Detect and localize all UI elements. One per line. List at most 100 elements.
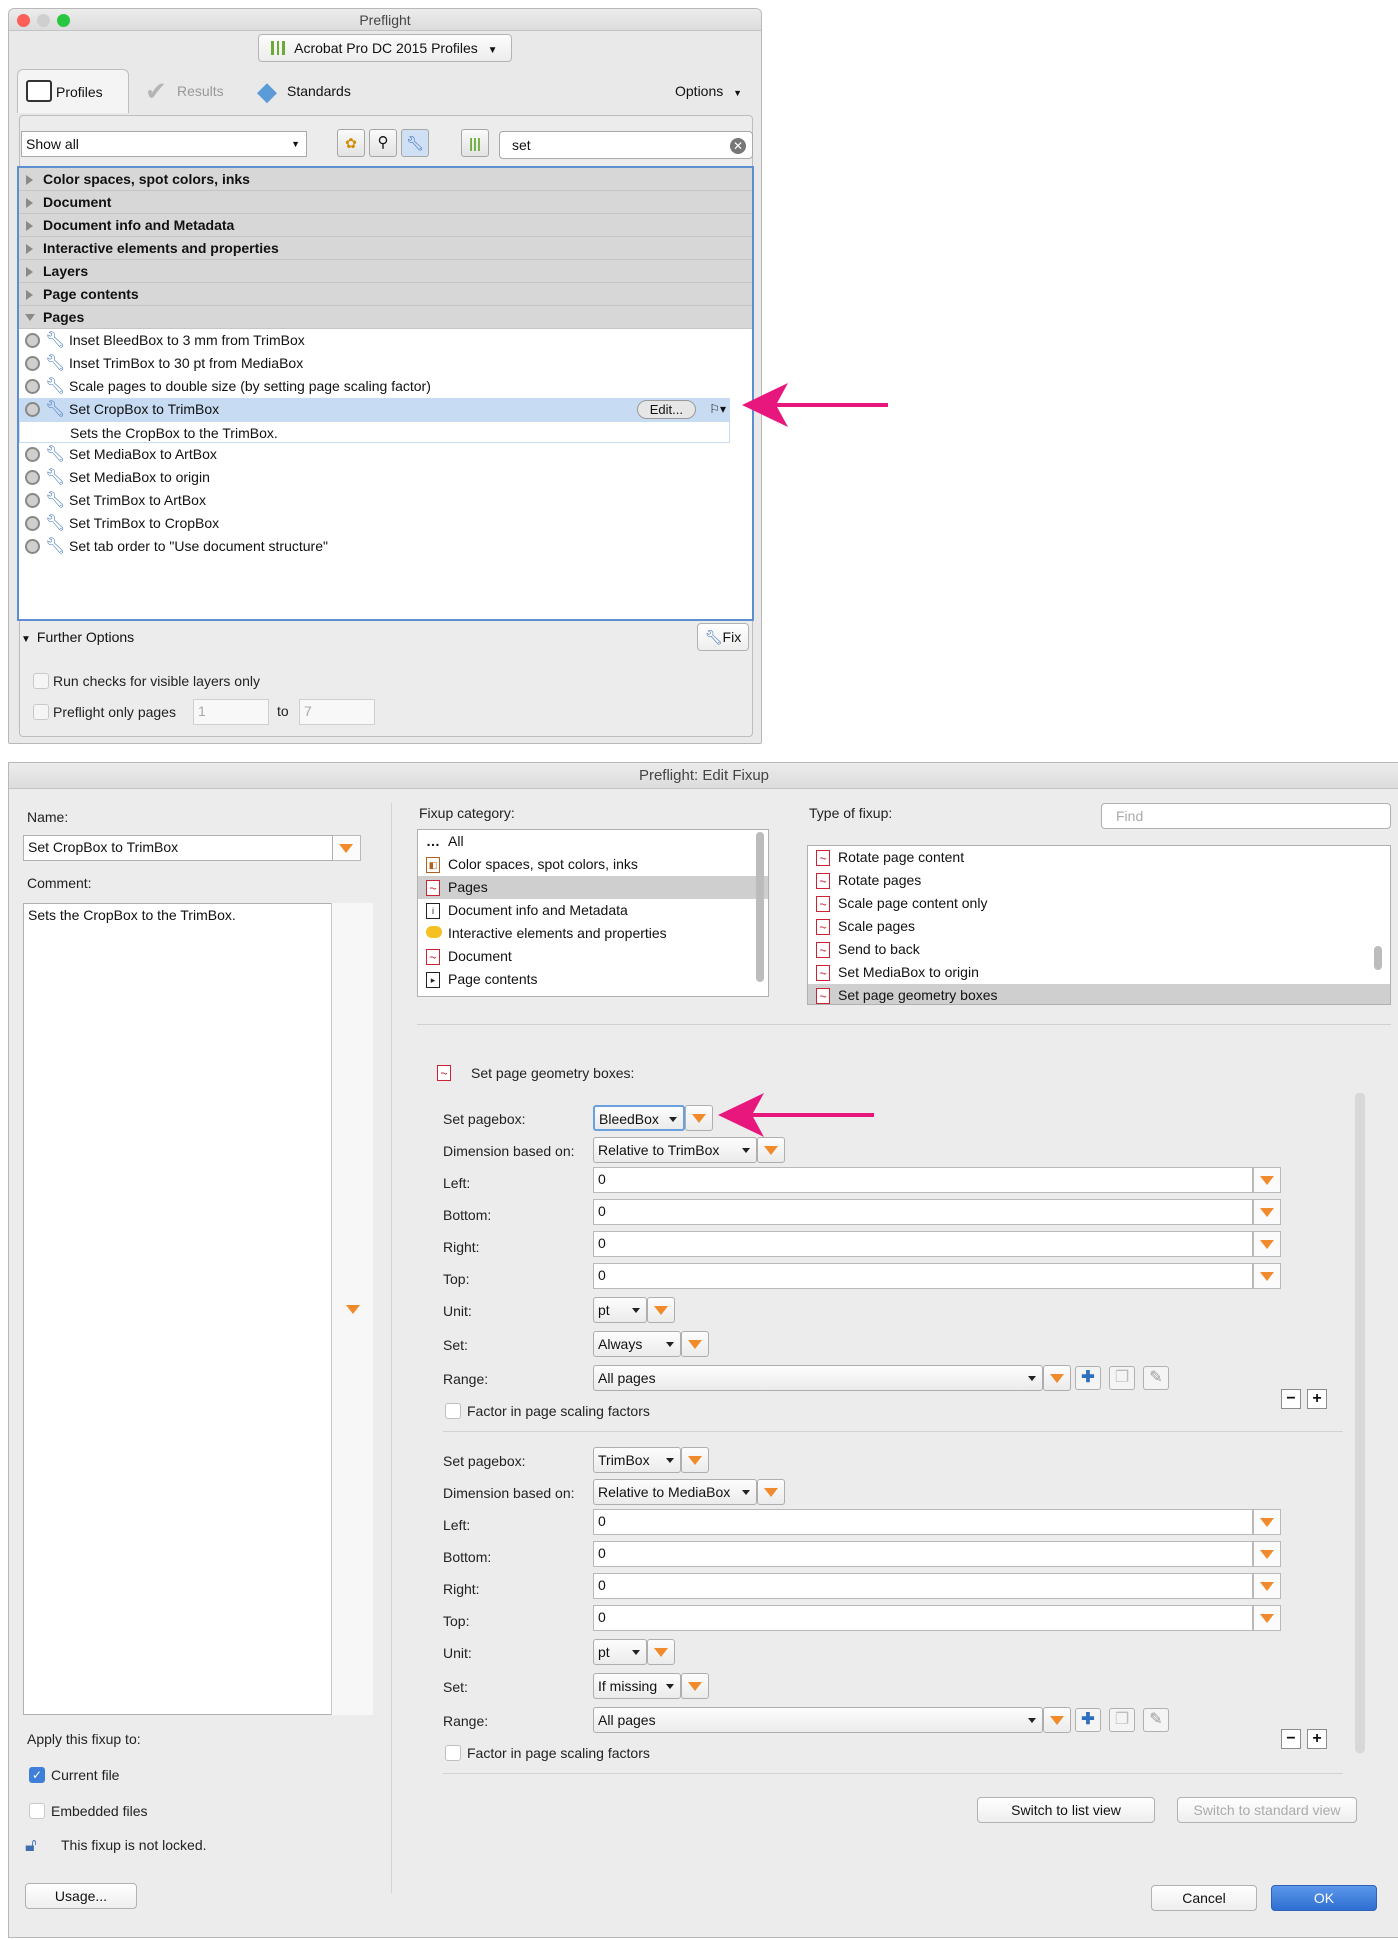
checks-filter-button[interactable]: ⚲ xyxy=(369,129,397,157)
fixup-item[interactable]: 🔧︎ Inset BleedBox to 3 mm from TrimBox xyxy=(19,329,752,352)
edit-fixup-button[interactable]: Edit... xyxy=(636,400,696,419)
disclosure-triangle-icon[interactable] xyxy=(25,314,35,321)
find-input[interactable]: Find xyxy=(1101,803,1391,829)
fixup-item[interactable]: 🔧︎ Scale pages to double size (by setting… xyxy=(19,375,752,398)
fixup-type-item[interactable]: ⏦ Rotate pages xyxy=(808,869,1390,892)
pagebox-variable-button-2[interactable] xyxy=(681,1447,709,1473)
category-item[interactable]: ◧ Color spaces, spot colors, inks xyxy=(418,853,768,876)
bottom-variable-button-2[interactable] xyxy=(1253,1541,1281,1567)
fixup-item[interactable]: 🔧︎ Set MediaBox to ArtBox xyxy=(19,443,752,466)
duplicate-range-button[interactable]: ❐ xyxy=(1109,1708,1135,1732)
profiles-filter-button[interactable]: ✿ xyxy=(337,129,365,157)
cancel-button[interactable]: Cancel xyxy=(1151,1885,1257,1911)
left-input-2[interactable]: 0 xyxy=(593,1509,1253,1535)
fixup-item[interactable]: 🔧︎ Inset TrimBox to 30 pt from MediaBox xyxy=(19,352,752,375)
right-input-2[interactable]: 0 xyxy=(593,1573,1253,1599)
fixup-type-scrollbar[interactable] xyxy=(1374,946,1382,970)
unit-variable-button-2[interactable] xyxy=(647,1639,675,1665)
edit-range-button[interactable]: ✎ xyxy=(1143,1366,1169,1390)
name-history-button[interactable] xyxy=(333,835,361,861)
right-input-1[interactable]: 0 xyxy=(593,1231,1253,1257)
left-variable-button-2[interactable] xyxy=(1253,1509,1281,1535)
category-item[interactable]: Interactive elements and properties xyxy=(418,922,768,945)
disclosure-triangle-icon[interactable] xyxy=(26,198,33,208)
fixup-type-list[interactable]: ⏦ Rotate page content ⏦ Rotate pages ⏦ Scal… xyxy=(807,845,1391,1005)
remove-block-button-2[interactable]: − xyxy=(1281,1729,1301,1749)
category-row[interactable]: Document info and Metadata xyxy=(19,214,752,237)
factor-scaling-checkbox-1[interactable] xyxy=(445,1403,461,1419)
range-variable-button-2[interactable] xyxy=(1043,1707,1071,1733)
disclosure-triangle-icon[interactable] xyxy=(26,175,33,185)
range-select-1[interactable]: All pages xyxy=(593,1365,1043,1391)
minimize-window-button[interactable] xyxy=(37,14,50,27)
disclosure-triangle-icon[interactable] xyxy=(26,221,33,231)
disclosure-triangle-icon[interactable] xyxy=(26,267,33,277)
category-row[interactable]: Color spaces, spot colors, inks xyxy=(19,168,752,191)
range-variable-button-1[interactable] xyxy=(1043,1365,1071,1391)
left-variable-button-1[interactable] xyxy=(1253,1167,1281,1193)
split-divider[interactable] xyxy=(417,1017,1391,1025)
dimension-select-1[interactable]: Relative to TrimBox xyxy=(593,1137,757,1163)
fixup-item[interactable]: 🔧︎ Set MediaBox to origin xyxy=(19,466,752,489)
flag-dropdown-icon[interactable]: ⚐▾ xyxy=(709,398,726,421)
dimension-variable-button-2[interactable] xyxy=(757,1479,785,1505)
unit-select-1[interactable]: pt xyxy=(593,1297,647,1323)
top-variable-button-1[interactable] xyxy=(1253,1263,1281,1289)
add-block-button-2[interactable]: + xyxy=(1307,1729,1327,1749)
category-item[interactable]: … All xyxy=(418,830,768,853)
ok-button[interactable]: OK xyxy=(1271,1885,1377,1911)
category-row[interactable]: Layers xyxy=(19,260,752,283)
add-range-button[interactable]: ✚ xyxy=(1075,1708,1101,1732)
profile-library-dropdown[interactable]: Acrobat Pro DC 2015 Profiles ▼ xyxy=(258,34,512,62)
settings-scrollbar[interactable] xyxy=(1355,1093,1365,1753)
tab-results[interactable]: ✔ Results xyxy=(139,69,239,113)
fixup-item-selected[interactable]: 🔧︎ Set CropBox to TrimBox Edit... ⚐▾ xyxy=(19,398,730,421)
bottom-input-1[interactable]: 0 xyxy=(593,1199,1253,1225)
category-row-pages[interactable]: Pages xyxy=(19,306,752,329)
disclosure-triangle-icon[interactable] xyxy=(26,290,33,300)
fixup-type-item[interactable]: ⏦ Scale pages xyxy=(808,915,1390,938)
fixup-item[interactable]: 🔧︎ Set tab order to "Use document structu… xyxy=(19,535,752,558)
fixup-type-item[interactable]: ⏦ Set MediaBox to origin xyxy=(808,961,1390,984)
right-variable-button-1[interactable] xyxy=(1253,1231,1281,1257)
category-item[interactable]: i Document info and Metadata xyxy=(418,899,768,922)
page-from-input[interactable]: 1 xyxy=(193,699,269,725)
clear-search-icon[interactable]: ✕ xyxy=(730,138,746,154)
bottom-input-2[interactable]: 0 xyxy=(593,1541,1253,1567)
zoom-window-button[interactable] xyxy=(57,14,70,27)
search-input[interactable]: set ✕ xyxy=(499,131,753,159)
edit-range-button[interactable]: ✎ xyxy=(1143,1708,1169,1732)
category-scrollbar[interactable] xyxy=(756,832,764,982)
add-block-button-1[interactable]: + xyxy=(1307,1389,1327,1409)
tab-standards[interactable]: ◆ Standards xyxy=(253,69,383,113)
category-item[interactable]: ⏦ Document xyxy=(418,945,768,968)
set-select-2[interactable]: If missing xyxy=(593,1673,681,1699)
category-row[interactable]: Interactive elements and properties xyxy=(19,237,752,260)
unit-variable-button-1[interactable] xyxy=(647,1297,675,1323)
category-item-selected[interactable]: ⏦ Pages xyxy=(418,876,768,899)
switch-list-view-button[interactable]: Switch to list view xyxy=(977,1797,1155,1823)
category-row[interactable]: Document xyxy=(19,191,752,214)
add-range-button[interactable]: ✚ xyxy=(1075,1366,1101,1390)
top-input-2[interactable]: 0 xyxy=(593,1605,1253,1631)
fix-button[interactable]: 🔧︎Fix xyxy=(697,623,749,651)
left-input-1[interactable]: 0 xyxy=(593,1167,1253,1193)
set-variable-button-2[interactable] xyxy=(681,1673,709,1699)
duplicate-range-button[interactable]: ❐ xyxy=(1109,1366,1135,1390)
unlocked-padlock-icon[interactable]: 🔓︎ xyxy=(25,1835,37,1856)
close-window-button[interactable] xyxy=(17,14,30,27)
fixup-type-item[interactable]: ⏦ Rotate page content xyxy=(808,846,1390,869)
unit-select-2[interactable]: pt xyxy=(593,1639,647,1665)
library-filter-button[interactable]: ||| xyxy=(461,129,489,157)
page-to-input[interactable]: 7 xyxy=(299,699,375,725)
top-variable-button-2[interactable] xyxy=(1253,1605,1281,1631)
fixup-item[interactable]: 🔧︎ Set TrimBox to ArtBox xyxy=(19,489,752,512)
category-item[interactable]: ▸ Page contents xyxy=(418,968,768,991)
embedded-files-checkbox[interactable] xyxy=(29,1803,45,1819)
top-input-1[interactable]: 0 xyxy=(593,1263,1253,1289)
fixup-type-item[interactable]: ⏦ Scale page content only xyxy=(808,892,1390,915)
disclosure-triangle-icon[interactable] xyxy=(26,244,33,254)
right-variable-button-2[interactable] xyxy=(1253,1573,1281,1599)
factor-scaling-checkbox-2[interactable] xyxy=(445,1745,461,1761)
range-select-2[interactable]: All pages xyxy=(593,1707,1043,1733)
